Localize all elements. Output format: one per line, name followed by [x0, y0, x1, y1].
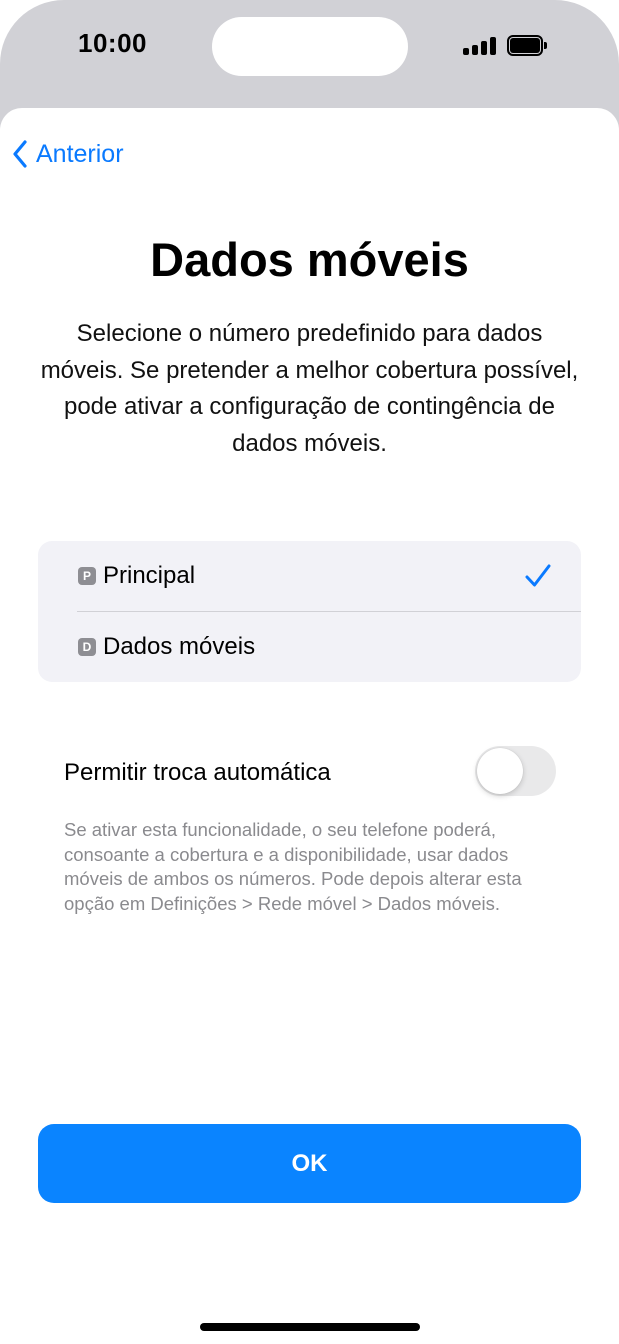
- battery-icon: [507, 35, 547, 56]
- back-button-label: Anterior: [36, 139, 124, 168]
- line-badge-p-icon: P: [78, 567, 96, 585]
- auto-switch-toggle[interactable]: [475, 746, 556, 796]
- auto-switch-row: Permitir troca automática: [38, 740, 581, 804]
- line-selection-group: P Principal D Dados móveis: [38, 541, 581, 682]
- line-badge-d-icon: D: [78, 638, 96, 656]
- page-title: Dados móveis: [150, 233, 469, 286]
- chevron-left-icon: [13, 140, 27, 168]
- toggle-knob: [477, 748, 523, 794]
- page-subtitle: Selecione o número predefinido para dado…: [40, 320, 579, 457]
- home-indicator: [200, 1323, 420, 1331]
- back-button[interactable]: Anterior: [12, 136, 124, 172]
- checkmark-icon: [525, 564, 551, 587]
- line-option-principal[interactable]: P Principal: [38, 541, 581, 611]
- auto-switch-footnote: Se ativar esta funcionalidade, o seu tel…: [64, 819, 522, 914]
- dynamic-island: [212, 17, 408, 76]
- signal-icon: [463, 37, 497, 55]
- line-option-dados-moveis[interactable]: D Dados móveis: [38, 612, 581, 682]
- status-time: 10:00: [78, 28, 147, 58]
- line-option-label: Principal: [103, 562, 196, 589]
- auto-switch-label: Permitir troca automática: [64, 759, 331, 786]
- ok-button[interactable]: OK: [38, 1124, 581, 1203]
- line-option-label: Dados móveis: [103, 633, 256, 660]
